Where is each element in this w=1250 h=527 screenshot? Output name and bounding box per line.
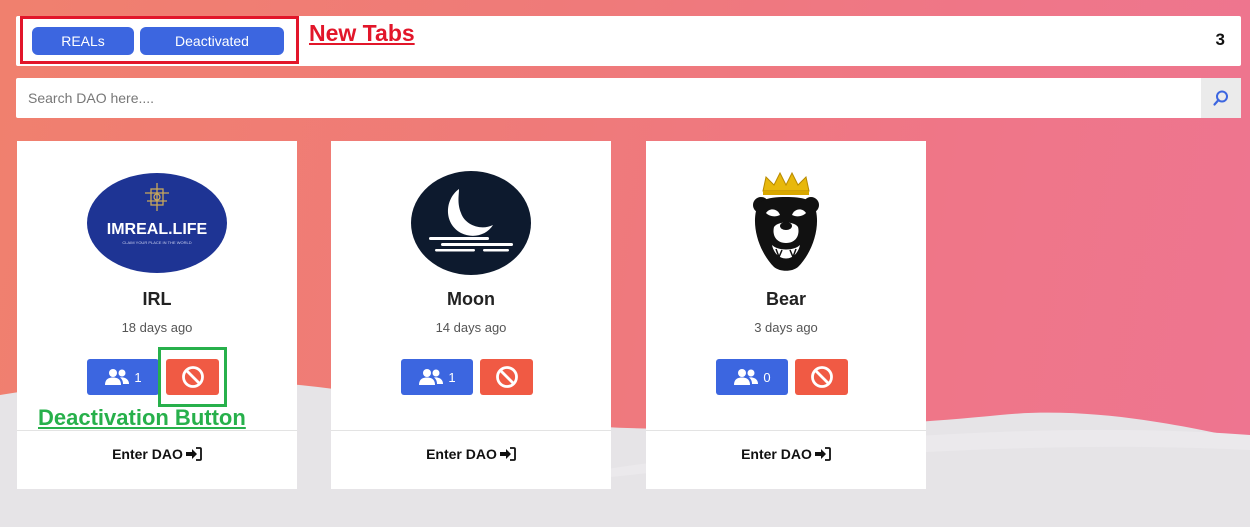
deactivate-button[interactable] [795,359,848,395]
sign-in-icon [814,447,831,461]
enter-dao-button[interactable]: Enter DAO [331,446,611,462]
members-button[interactable]: 1 [401,359,473,395]
dao-name: Moon [447,289,495,309]
new-tabs-highlight [20,16,299,64]
member-count: 1 [448,369,456,385]
deactivate-button[interactable] [480,359,533,395]
crowned-bear-logo [716,171,856,275]
dao-card: Bear 3 days ago 0 Enter DAO [646,141,926,489]
dao-created-time: 18 days ago [121,320,193,335]
member-count: 1 [134,369,142,385]
dao-created-time: 3 days ago [754,320,818,335]
dao-card: Moon 14 days ago 1 Enter DAO [331,141,611,489]
sign-in-icon [185,447,202,461]
moon-logo [401,171,541,275]
ban-icon [810,366,833,388]
dao-name: IRL [142,289,172,309]
card-divider [331,430,611,431]
sign-in-icon [499,447,516,461]
logo-subtext: CLAIM YOUR PLACE IN THE WORLD [122,240,191,245]
dao-card: IMREAL.LIFE CLAIM YOUR PLACE IN THE WORL… [17,141,297,489]
users-icon [105,369,130,385]
search-button[interactable] [1201,78,1241,118]
imreal-life-logo: IMREAL.LIFE CLAIM YOUR PLACE IN THE WORL… [87,171,227,275]
member-count: 0 [763,369,771,385]
deactivation-button-annotation: Deactivation Button [38,405,246,430]
users-icon [419,369,444,385]
search-bar [16,78,1241,118]
members-button[interactable]: 0 [716,359,788,395]
search-icon [1213,90,1228,106]
card-divider [646,430,926,431]
enter-dao-button[interactable]: Enter DAO [646,446,926,462]
dao-created-time: 14 days ago [435,320,507,335]
deactivation-button-highlight [158,347,227,407]
search-input[interactable] [16,78,1196,118]
ban-icon [495,366,518,388]
new-tabs-annotation: New Tabs [309,20,415,46]
logo-text: IMREAL.LIFE [107,221,208,238]
users-icon [734,369,759,385]
dao-name: Bear [765,289,807,309]
dao-count: 3 [1215,30,1225,49]
members-button[interactable]: 1 [87,359,159,395]
enter-dao-button[interactable]: Enter DAO [17,446,297,462]
